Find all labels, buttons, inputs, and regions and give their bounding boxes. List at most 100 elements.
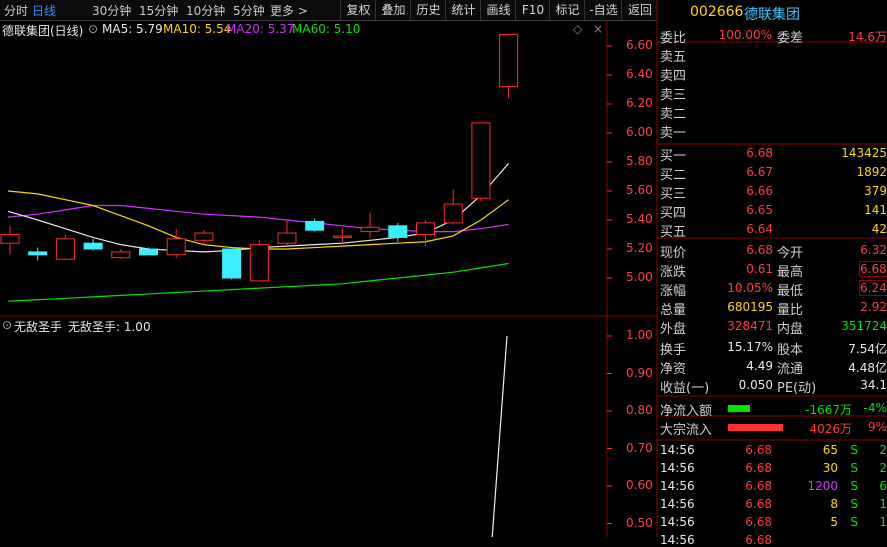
panel-diamond-icon[interactable]: ◇ <box>573 22 582 36</box>
stat-label: 涨幅 <box>660 284 687 299</box>
indicator-collapse-icon[interactable]: ⊙ <box>2 318 12 332</box>
tick-count: 2 <box>879 443 887 457</box>
candle-body <box>443 203 463 224</box>
stat-value: 4.49 <box>746 359 773 373</box>
price-tick-label: 6.00 <box>626 125 653 139</box>
candle-body <box>139 248 158 256</box>
ma20-label: MA20: 5.37 <box>226 22 295 36</box>
collapse-icon[interactable]: ⊙ <box>88 22 98 36</box>
tick-count: 6 <box>879 479 887 493</box>
ask-level-label: 卖一 <box>660 126 687 141</box>
candle-body <box>471 122 491 199</box>
flow-value: 4026万 <box>809 422 852 436</box>
tick-side: S <box>850 497 858 511</box>
tick-time: 14:56 <box>660 497 695 511</box>
stock-code: 002666 <box>690 4 744 20</box>
candle-body <box>277 232 297 244</box>
panel-close-icon[interactable]: × <box>593 22 603 36</box>
candle-body <box>0 234 20 244</box>
bid-volume: 141 <box>864 203 887 217</box>
bid-volume: 1892 <box>856 165 887 179</box>
tick-side: S <box>850 461 858 475</box>
candle-body <box>55 238 75 260</box>
flow-bar <box>728 405 750 412</box>
stat-value: 0.050 <box>738 378 773 392</box>
indicator-value: 无敌圣手: 1.00 <box>68 320 151 334</box>
tick-time: 14:56 <box>660 515 695 529</box>
price-tick-label: 6.40 <box>626 67 653 81</box>
weibi-label: 委比 <box>660 31 687 46</box>
stat-value: 10.05% <box>727 281 773 295</box>
indicator-tick-label: 0.70 <box>626 440 653 455</box>
price-tick-label: 5.80 <box>626 154 653 168</box>
weibi-value: 100.00% <box>718 28 772 42</box>
ma60-label: MA60: 5.10 <box>292 22 361 36</box>
bid-volume: 42 <box>871 222 887 236</box>
stat-value: 0.61 <box>746 262 773 276</box>
candle-body <box>249 244 269 282</box>
candle-body <box>416 222 435 235</box>
tick-price: 6.68 <box>745 443 772 457</box>
candle-body <box>194 232 214 241</box>
ma10-label: MA10: 5.54 <box>163 22 232 36</box>
candle-body <box>111 251 131 259</box>
candle-body <box>83 242 103 250</box>
price-tick-label: 6.20 <box>626 96 653 110</box>
chart-stock-label: 德联集团(日线) <box>2 24 84 38</box>
flow-label: 大宗流入 <box>660 423 713 438</box>
stat-label: 换手 <box>660 343 687 358</box>
tick-price: 6.68 <box>745 479 772 493</box>
price-tick-label: 5.40 <box>626 212 653 226</box>
indicator-tick-label: 0.50 <box>626 515 653 530</box>
stock-name: 德联集团 <box>744 7 800 23</box>
stat-value: 6.24 <box>859 280 887 296</box>
indicator-name: 无敌圣手 <box>14 320 63 334</box>
tick-price: 6.68 <box>745 461 772 475</box>
tick-volume: 65 <box>822 443 838 457</box>
stat-value: 4.48亿 <box>848 361 887 375</box>
weicha-value: 14.6万 <box>848 30 887 44</box>
ma10-line <box>7 190 509 250</box>
candle-body <box>360 226 380 233</box>
tick-price: 6.68 <box>745 533 772 547</box>
stat-value: 6.68 <box>746 243 773 257</box>
indicator-tick-label: 0.60 <box>626 478 653 492</box>
candle-body <box>499 33 519 88</box>
bid-price: 6.68 <box>746 146 773 160</box>
tick-price: 6.68 <box>745 497 772 511</box>
bid-volume: 379 <box>864 184 887 198</box>
stat-value: 2.92 <box>860 300 887 314</box>
stat-label: 量比 <box>777 303 804 318</box>
candle-body <box>388 225 408 238</box>
ask-level-label: 卖二 <box>660 107 687 122</box>
candle-body <box>222 248 242 279</box>
tick-volume: 5 <box>830 515 838 529</box>
stat-value: 7.54亿 <box>848 342 887 356</box>
tick-count: 1 <box>879 497 887 511</box>
ask-level-label: 卖三 <box>660 88 687 103</box>
price-tick-label: 5.60 <box>626 183 653 197</box>
price-tick-label: 6.60 <box>626 38 653 52</box>
bid-price: 6.67 <box>746 165 773 179</box>
flow-value: -1667万 <box>805 403 852 417</box>
bid-price: 6.65 <box>746 203 773 217</box>
indicator-tick-label: 0.80 <box>626 403 653 417</box>
tick-time: 14:56 <box>660 533 695 547</box>
indicator-line <box>491 335 508 537</box>
tick-side: S <box>850 443 858 457</box>
price-tick-label: 5.20 <box>626 241 653 255</box>
price-tick-label: 5.00 <box>626 270 653 284</box>
bid-price: 6.64 <box>746 222 773 236</box>
stat-label: PE(动) <box>777 381 817 396</box>
tick-count: 1 <box>879 515 887 529</box>
indicator-tick-label: 0.90 <box>626 365 653 380</box>
flow-bar <box>728 424 783 431</box>
candle-body <box>166 238 186 256</box>
bid-price: 6.66 <box>746 184 773 198</box>
tick-price: 6.68 <box>745 515 772 529</box>
indicator-tick-label: 1.00 <box>626 328 653 342</box>
ask-level-label: 卖五 <box>660 50 687 65</box>
stat-label: 总量 <box>660 303 687 318</box>
stat-value: 6.32 <box>860 243 887 257</box>
tick-side: S <box>850 479 858 493</box>
